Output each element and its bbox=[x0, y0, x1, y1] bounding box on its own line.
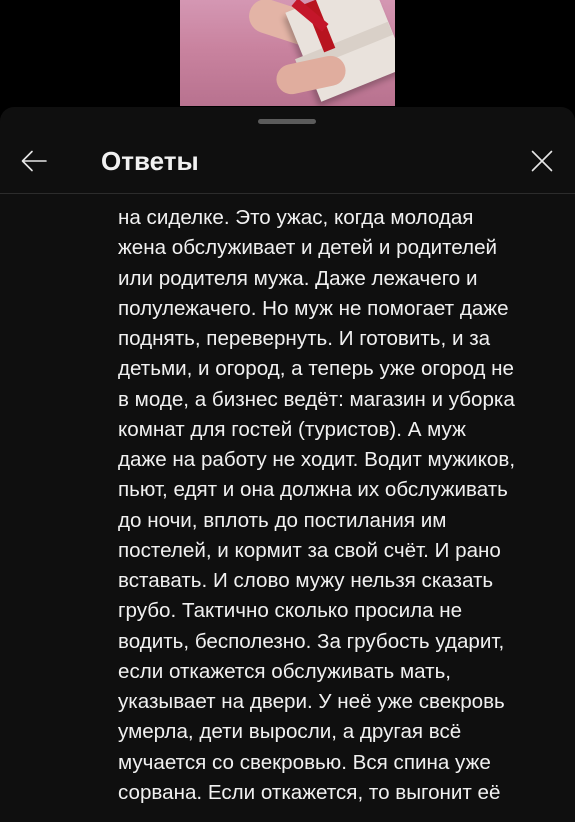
reply-text-line: постелей, и кормит за свой счёт. И рано bbox=[118, 538, 501, 562]
back-button[interactable] bbox=[14, 141, 54, 181]
reply-text-line: жена обслуживает и детей и родителей bbox=[118, 236, 498, 260]
sheet-header: Ответы bbox=[0, 131, 575, 191]
reply-text-line: даже на работу не ходит. Водит мужиков, bbox=[118, 448, 516, 471]
reply-text-line: комнат для гостей (туристов). А муж bbox=[118, 417, 466, 441]
reply-text-line: или родителя мужа. Даже лежачего и bbox=[118, 266, 478, 290]
video-thumbnail bbox=[180, 0, 395, 106]
reply-text-line: детьми, и огород, а теперь уже огород не bbox=[118, 357, 514, 381]
replies-sheet: Ответы на сиделке. Это ужас, когда молод… bbox=[0, 107, 575, 822]
drag-handle[interactable] bbox=[258, 119, 316, 124]
reply-text-line: на сиделке. Это ужас, когда молодая bbox=[118, 206, 474, 229]
reply-text-line: если откажется обслуживать мать, bbox=[118, 659, 452, 683]
reply-text-line: мучается со свекровью. Вся спина уже bbox=[118, 750, 491, 774]
close-icon bbox=[531, 150, 553, 172]
reply-text-line: пьют, едят и она должна их обслуживать bbox=[118, 478, 508, 502]
reply-text-line: полулежачего. Но муж не помогает даже bbox=[118, 296, 509, 320]
reply-text-line: сорвана. Если откажется, то выгонит её bbox=[118, 780, 501, 804]
reply-text-line: указывает на двери. У неё уже свекровь bbox=[118, 690, 505, 713]
sheet-title: Ответы bbox=[101, 146, 199, 176]
reply-text-line: вставать. И слово мужу нельзя сказать bbox=[118, 569, 494, 592]
reply-text: на сиделке. Это ужас, когда молодая жена… bbox=[118, 203, 558, 808]
reply-text-line: водить, бесполезно. За грубость ударит, bbox=[118, 629, 505, 653]
reply-text-line: поднять, перевернуть. И готовить, и за bbox=[118, 327, 491, 350]
close-button[interactable] bbox=[522, 141, 562, 181]
header-divider bbox=[0, 193, 575, 194]
reply-text-line: грубо. Тактично сколько просила не bbox=[118, 599, 463, 623]
reply-text-line: умерла, дети выросли, а другая всё bbox=[118, 720, 462, 744]
reply-text-line: в моде, а бизнес ведёт: магазин и уборка bbox=[118, 387, 515, 411]
reply-text-line: до ночи, вплоть до постилания им bbox=[118, 508, 447, 532]
arrow-left-icon bbox=[21, 150, 47, 172]
